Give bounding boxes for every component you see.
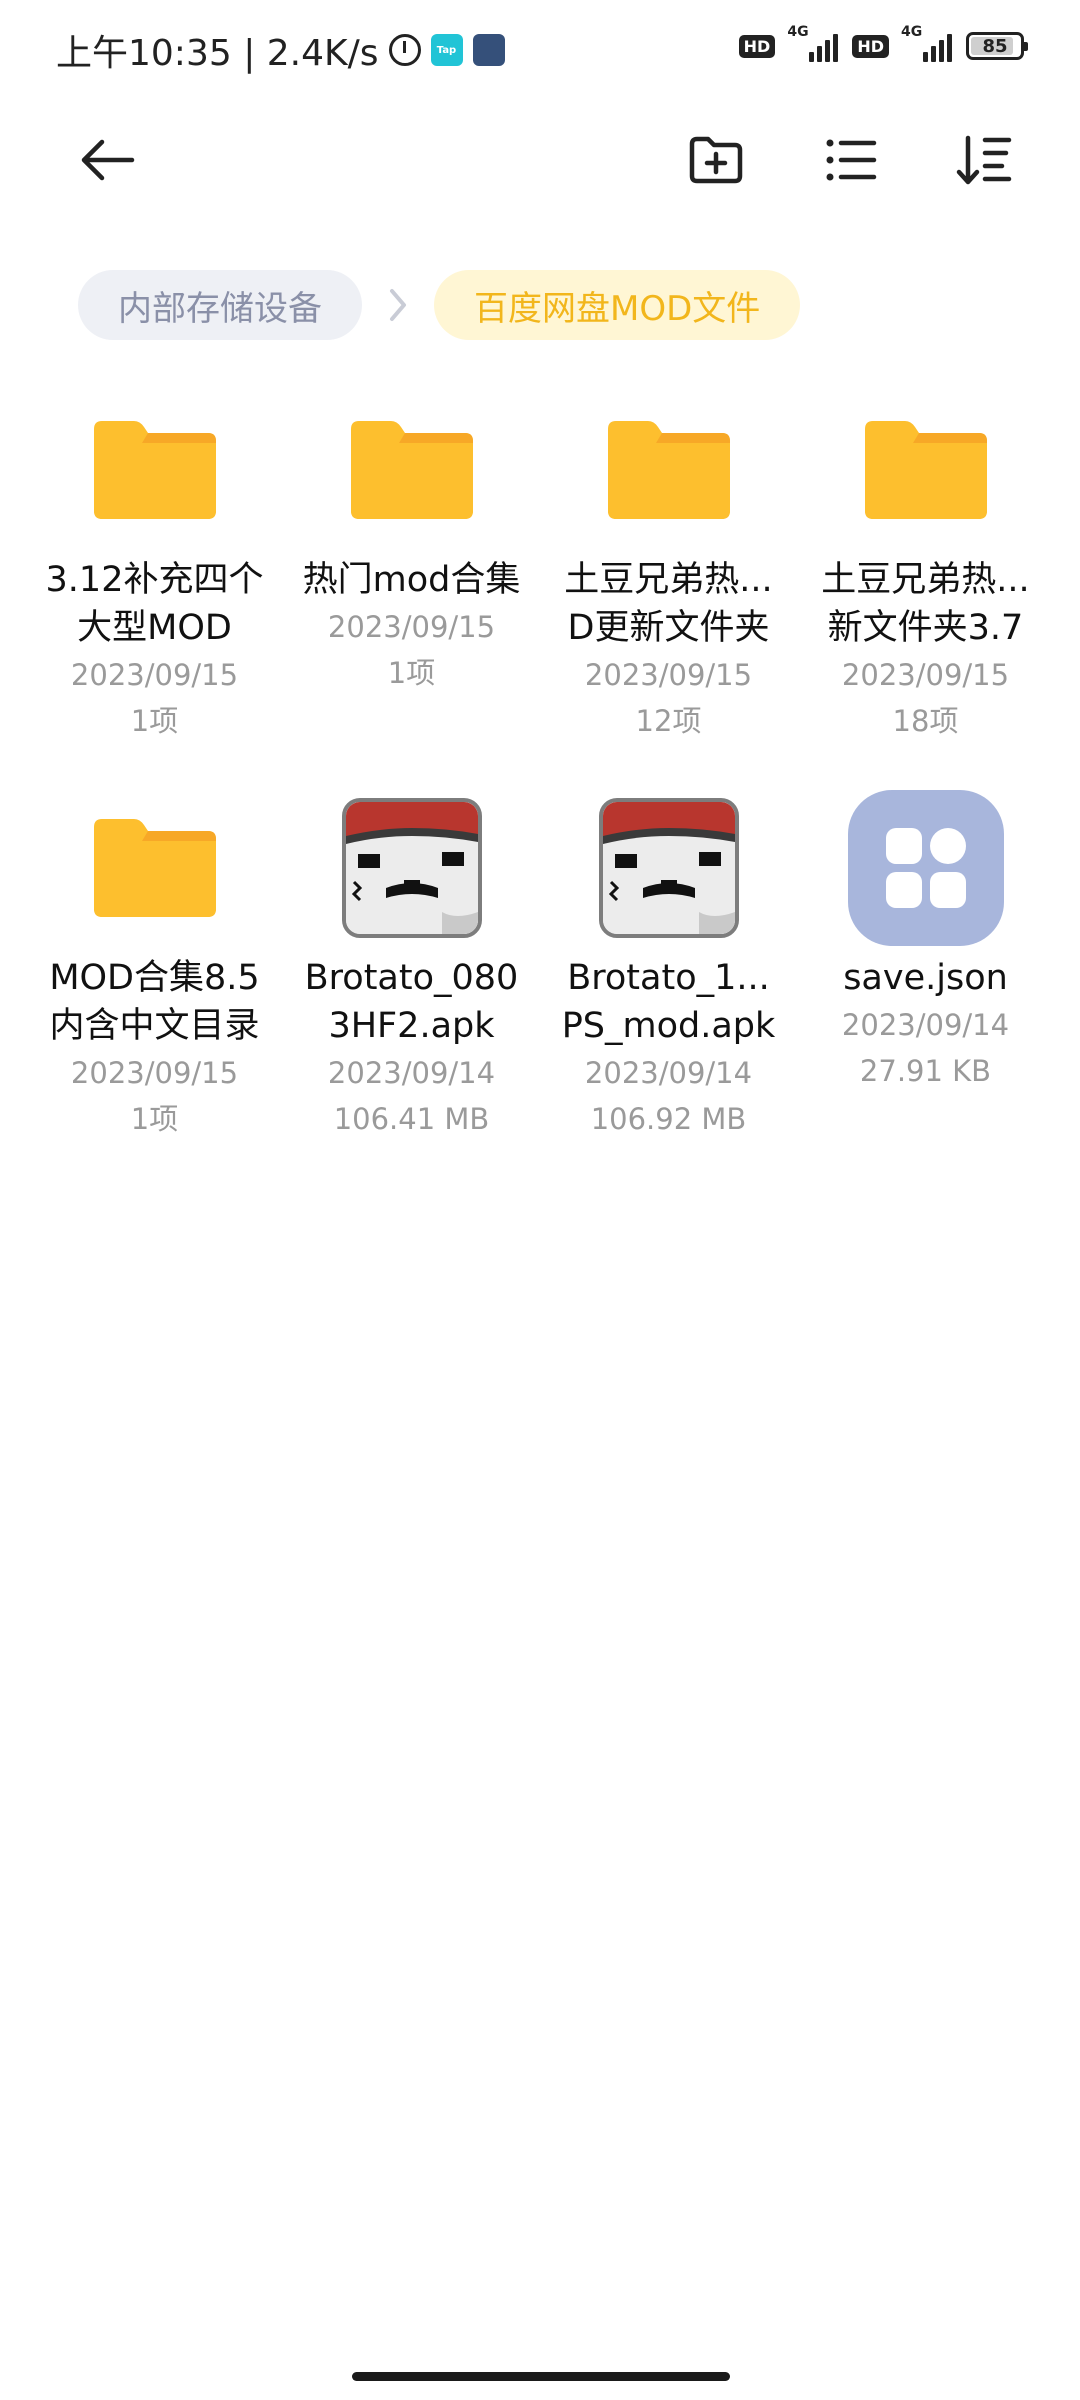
breadcrumb-root[interactable]: 内部存储设备 xyxy=(78,270,362,340)
file-grid-icon xyxy=(847,790,1004,946)
file-item[interactable]: 3.12补充四个 大型MOD 2023/09/15 1项 xyxy=(26,390,283,764)
new-folder-button[interactable] xyxy=(676,120,756,200)
folder-icon xyxy=(75,788,235,948)
item-date: 2023/09/14 xyxy=(584,1056,753,1090)
item-date: 2023/09/14 xyxy=(327,1056,496,1090)
thumb xyxy=(846,788,1006,948)
item-date: 2023/09/14 xyxy=(841,1008,1010,1042)
file-item[interactable]: Brotato_1... PS_mod.apk 2023/09/14 106.9… xyxy=(540,788,797,1162)
item-date: 2023/09/15 xyxy=(70,1056,239,1090)
thumb xyxy=(589,788,749,948)
item-date: 2023/09/15 xyxy=(70,658,239,692)
sort-button[interactable] xyxy=(944,120,1024,200)
signal-icon: 4G xyxy=(901,24,952,62)
item-name: D更新文件夹 xyxy=(567,608,770,648)
folder-icon xyxy=(75,390,235,550)
file-item[interactable]: 热门mod合集 2023/09/15 1项 xyxy=(283,390,540,764)
file-item[interactable]: 土豆兄弟热... D更新文件夹 2023/09/15 12项 xyxy=(540,390,797,764)
item-date: 2023/09/15 xyxy=(584,658,753,692)
item-name: 热门mod合集 xyxy=(302,560,521,600)
brotato-app-icon xyxy=(341,798,482,938)
item-name: 大型MOD xyxy=(77,608,232,648)
network-type: 4G xyxy=(787,24,809,40)
breadcrumb: 内部存储设备 百度网盘MOD文件 xyxy=(78,270,801,340)
file-item[interactable]: Brotato_080 3HF2.apk 2023/09/14 106.41 M… xyxy=(283,788,540,1162)
list-view-icon xyxy=(826,139,877,181)
folder-icon xyxy=(589,390,749,550)
app-notification-icon xyxy=(472,34,505,66)
breadcrumb-current[interactable]: 百度网盘MOD文件 xyxy=(434,270,801,340)
item-info: 106.41 MB xyxy=(333,1102,490,1136)
thumb xyxy=(332,788,492,948)
hd-badge: HD xyxy=(852,34,889,58)
brotato-app-icon xyxy=(598,798,739,938)
item-name: 3HF2.apk xyxy=(328,1006,495,1046)
taptap-app-icon: Tap xyxy=(430,34,463,66)
alarm-icon xyxy=(388,34,421,66)
home-indicator[interactable] xyxy=(352,2372,730,2381)
item-name: Brotato_1... xyxy=(567,958,770,998)
folder-plus-icon xyxy=(689,136,743,184)
back-button[interactable] xyxy=(68,120,148,200)
item-name: 新文件夹3.7 xyxy=(827,608,1024,648)
battery-level: 85 xyxy=(982,35,1008,57)
item-name: PS_mod.apk xyxy=(561,1006,776,1046)
item-name: 土豆兄弟热... xyxy=(821,560,1030,600)
signal-icon: 4G xyxy=(787,24,839,62)
file-item[interactable]: save.json 2023/09/14 27.91 KB xyxy=(797,788,1054,1162)
hd-badge: HD xyxy=(738,34,776,58)
chevron-right-icon xyxy=(362,285,434,325)
status-right: HD 4G HD 4G 85 xyxy=(738,24,1028,62)
folder-icon xyxy=(846,390,1006,550)
item-info: 1项 xyxy=(130,1102,179,1136)
status-time-speed: 上午10:35 | 2.4K/s xyxy=(56,33,379,74)
item-date: 2023/09/15 xyxy=(327,610,496,644)
view-mode-button[interactable] xyxy=(810,120,890,200)
item-info: 1项 xyxy=(387,656,436,690)
item-info: 106.92 MB xyxy=(590,1102,747,1136)
item-name: save.json xyxy=(843,958,1008,998)
network-type: 4G xyxy=(901,24,923,40)
status-left: 上午10:35 | 2.4K/s Tap xyxy=(56,28,505,74)
item-name: 土豆兄弟热... xyxy=(564,560,773,600)
item-date: 2023/09/15 xyxy=(841,658,1010,692)
item-name: MOD合集8.5 xyxy=(49,958,260,998)
arrow-left-icon xyxy=(81,139,135,181)
status-bar: 上午10:35 | 2.4K/s Tap HD 4G HD 4G 85 xyxy=(0,0,1080,100)
file-item[interactable]: MOD合集8.5 内含中文目录 2023/09/15 1项 xyxy=(26,788,283,1162)
item-info: 1项 xyxy=(130,704,179,738)
file-item[interactable]: 土豆兄弟热... 新文件夹3.7 2023/09/15 18项 xyxy=(797,390,1054,764)
item-info: 27.91 KB xyxy=(859,1054,992,1088)
item-name: 内含中文目录 xyxy=(49,1006,260,1046)
sort-icon xyxy=(956,135,1012,185)
item-name: Brotato_080 xyxy=(304,958,519,998)
folder-icon xyxy=(332,390,492,550)
item-info: 12项 xyxy=(635,704,702,738)
item-info: 18项 xyxy=(892,704,959,738)
item-name: 3.12补充四个 xyxy=(45,560,264,600)
toolbar xyxy=(0,110,1080,210)
file-grid: 3.12补充四个 大型MOD 2023/09/15 1项 热门mod合集 202… xyxy=(26,390,1056,1162)
battery-icon: 85 xyxy=(966,32,1028,60)
